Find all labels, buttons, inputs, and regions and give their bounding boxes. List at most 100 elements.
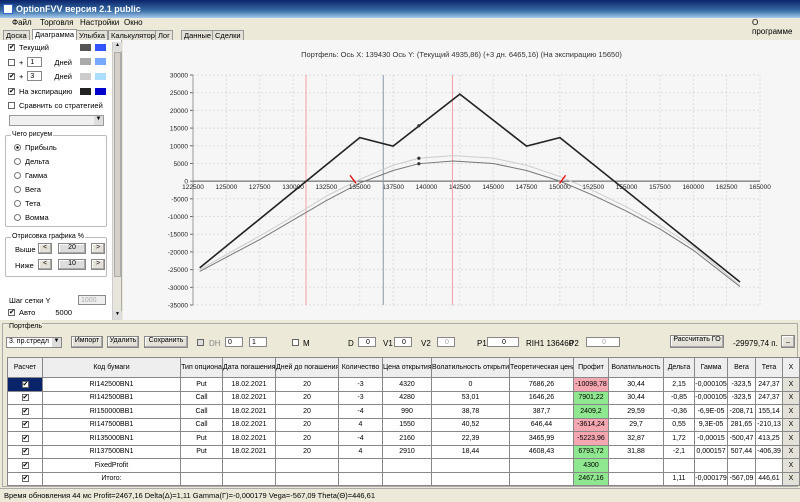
expiry-color-swatch[interactable] <box>80 88 91 95</box>
column-header[interactable]: Теоретическая цена <box>509 357 574 378</box>
strategy-compare-dropdown[interactable]: ▼ <box>9 115 104 126</box>
tab-trades[interactable]: Сделки <box>212 30 244 40</box>
radio-2[interactable]: Гамма <box>14 171 47 180</box>
delete-row-button[interactable]: X <box>782 417 800 432</box>
compare-checkbox[interactable] <box>8 102 15 109</box>
table-row[interactable]: ✔ RI142500BN1 Put 18.02.2021 20 -3 4320 0 7686,2… <box>7 377 800 392</box>
column-header[interactable]: Волатильность <box>608 357 664 378</box>
v2-input[interactable]: 0 <box>437 337 455 347</box>
plus1-checkbox[interactable] <box>8 58 15 66</box>
check-icon[interactable]: ✔ <box>21 407 29 415</box>
above-decrease-button[interactable]: < <box>38 243 52 254</box>
below-increase-button[interactable]: > <box>91 259 105 270</box>
column-header[interactable]: Дельта <box>663 357 695 378</box>
expiry-checkbox[interactable]: ✔ <box>8 88 15 95</box>
payoff-chart[interactable]: Портфель: Ось X: 139430 Ось Y: (Текущий … <box>123 40 800 320</box>
v1-input[interactable]: 0 <box>394 337 412 347</box>
delete-row-button[interactable]: X <box>782 404 800 419</box>
scroll-up-icon[interactable]: ▲ <box>113 42 122 51</box>
tab-smile[interactable]: Улыбка <box>76 30 108 40</box>
column-header[interactable]: Вега <box>727 357 756 378</box>
plus2-checkbox[interactable]: ✔ <box>8 72 15 80</box>
table-row[interactable]: ✔ FixedProfit 4300 X <box>7 458 800 473</box>
minimize-button[interactable]: _ <box>781 335 795 348</box>
plus2-color-swatch-2[interactable] <box>95 73 106 80</box>
calc-checkbox[interactable]: ✔ <box>7 458 43 473</box>
check-icon[interactable]: ✔ <box>21 394 29 402</box>
radio-button[interactable] <box>14 214 21 221</box>
check-icon[interactable]: ✔ <box>21 380 29 388</box>
scroll-thumb[interactable] <box>114 52 121 277</box>
radio-1[interactable]: Дельта <box>14 157 49 166</box>
tab-calculator[interactable]: Калькулятор <box>108 30 158 40</box>
tab-log[interactable]: Лог <box>155 30 173 40</box>
dh1-spinner[interactable]: 0 <box>225 337 243 347</box>
plus2-days-input[interactable]: 3 <box>27 71 43 81</box>
plus1-days-input[interactable]: 1 <box>27 57 43 67</box>
tab-data[interactable]: Данные <box>181 30 215 40</box>
radio-5[interactable]: Вомма <box>14 213 49 222</box>
column-header[interactable]: Профит <box>573 357 609 378</box>
delete-row-button[interactable]: X <box>782 471 800 486</box>
radio-4[interactable]: Тета <box>14 199 41 208</box>
current-color-swatch[interactable] <box>80 44 91 51</box>
calc-checkbox[interactable]: ✔ <box>7 404 43 419</box>
menu-about[interactable]: О программе <box>752 18 800 36</box>
column-header[interactable]: Код бумаги <box>42 357 181 378</box>
menu-window[interactable]: Окно <box>124 18 143 27</box>
expiry-color-swatch-2[interactable] <box>95 88 106 95</box>
column-header[interactable]: Тета <box>755 357 783 378</box>
table-row[interactable]: ✔ RI150000BB1 Call 18.02.2021 20 -4 990 38,78 38… <box>7 404 800 419</box>
calculate-margin-button[interactable]: Рассчитать ГО <box>670 335 724 348</box>
tab-board[interactable]: Доска <box>3 30 30 40</box>
p2-input[interactable]: 0 <box>586 337 620 347</box>
left-panel-scrollbar[interactable]: ▲ ▼ <box>112 42 122 320</box>
above-increase-button[interactable]: > <box>91 243 105 254</box>
current-checkbox[interactable]: ✔ <box>8 44 15 51</box>
dh-checkbox[interactable] <box>197 339 204 346</box>
radio-button[interactable] <box>14 158 21 165</box>
column-header[interactable]: X <box>782 357 800 378</box>
check-icon[interactable]: ✔ <box>21 434 29 442</box>
calc-checkbox[interactable]: ✔ <box>7 377 43 392</box>
calc-checkbox[interactable]: ✔ <box>7 417 43 432</box>
menu-trade[interactable]: Торговля <box>40 18 73 27</box>
menu-settings[interactable]: Настройки <box>80 18 119 27</box>
column-header[interactable]: Дней до погашения <box>275 357 339 378</box>
delete-row-button[interactable]: X <box>782 458 800 473</box>
d-input[interactable]: 0 <box>358 337 376 347</box>
p1-input[interactable]: 0 <box>487 337 519 347</box>
radio-button[interactable] <box>14 200 21 207</box>
delete-row-button[interactable]: X <box>782 444 800 459</box>
table-row[interactable]: ✔ RI137500BN1 Put 18.02.2021 20 4 2910 18,44 460… <box>7 444 800 459</box>
above-value[interactable]: 20 <box>58 243 86 254</box>
plus2-color-swatch[interactable] <box>80 73 91 80</box>
delete-row-button[interactable]: X <box>782 390 800 405</box>
radio-button[interactable] <box>14 172 21 179</box>
plus1-color-swatch-2[interactable] <box>95 58 106 65</box>
calc-checkbox[interactable]: ✔ <box>7 431 43 446</box>
check-icon[interactable]: ✔ <box>21 421 29 429</box>
radio-0[interactable]: Прибыль <box>14 143 57 152</box>
calc-checkbox[interactable]: ✔ <box>7 444 43 459</box>
dh2-spinner[interactable]: 1 <box>249 337 267 347</box>
below-value[interactable]: 10 <box>58 259 86 270</box>
table-row[interactable]: ✔ RI142500BB1 Call 18.02.2021 20 -3 4280 53,01 1… <box>7 390 800 405</box>
column-header[interactable]: Волатильность открытия <box>431 357 510 378</box>
table-row[interactable]: ✔ Итого: 2467,16 1,11 -0,000179 -567,09 446,61… <box>7 471 800 486</box>
grid-step-input[interactable]: 1000 <box>78 295 106 305</box>
delete-row-button[interactable]: X <box>782 431 800 446</box>
column-header[interactable]: Расчет <box>7 357 43 378</box>
import-button[interactable]: Импорт <box>71 336 103 348</box>
calc-checkbox[interactable]: ✔ <box>7 390 43 405</box>
column-header[interactable]: Гамма <box>694 357 728 378</box>
auto-checkbox[interactable]: ✔ <box>8 309 15 316</box>
radio-button[interactable] <box>14 144 21 151</box>
table-row[interactable]: ✔ RI135000BN1 Put 18.02.2021 20 -4 2160 22,39 34… <box>7 431 800 446</box>
radio-3[interactable]: Вега <box>14 185 41 194</box>
calc-checkbox[interactable]: ✔ <box>7 471 43 486</box>
column-header[interactable]: Цена открытия <box>382 357 432 378</box>
strategy-dropdown[interactable]: 3. пр.стредл ▼ <box>6 337 62 348</box>
below-decrease-button[interactable]: < <box>38 259 52 270</box>
column-header[interactable]: Тип опциона <box>180 357 223 378</box>
